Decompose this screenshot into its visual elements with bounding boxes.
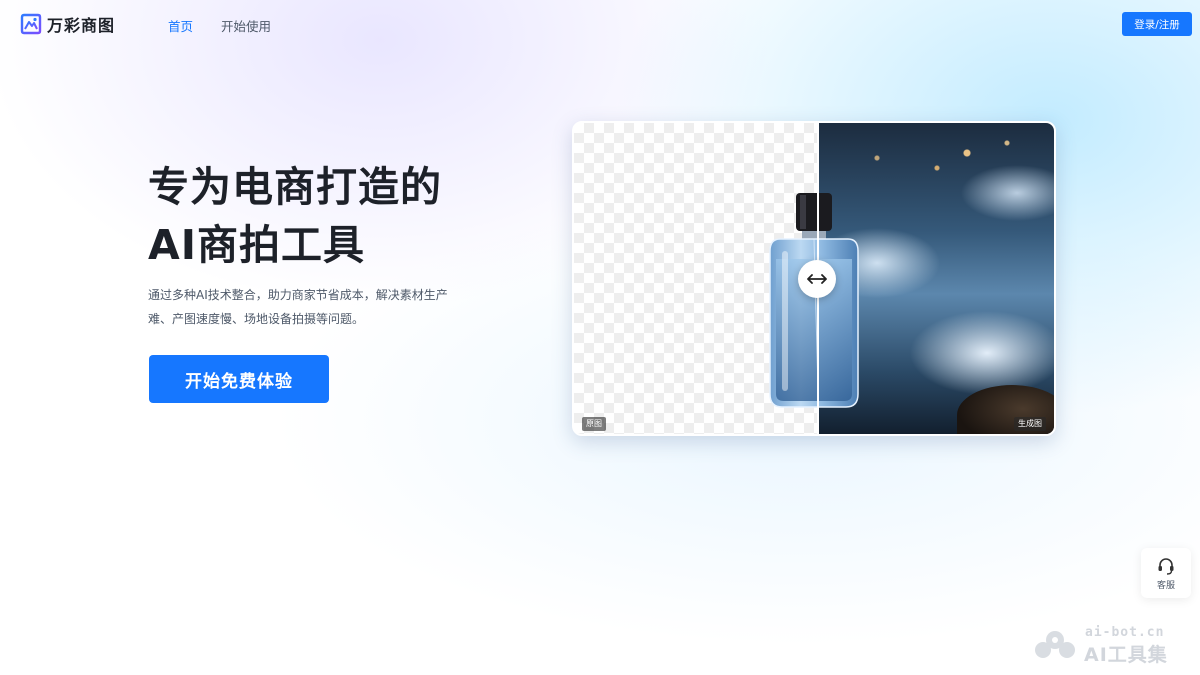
watermark-domain: ai-bot.cn: [1085, 625, 1165, 640]
support-label: 客服: [1156, 580, 1175, 591]
nav-item-home[interactable]: 首页: [168, 16, 193, 35]
watermark-name: AI工具集: [1084, 644, 1168, 666]
logo-text: 万彩商图: [47, 16, 116, 35]
original-tag: 原图: [582, 417, 606, 431]
compare-slider-handle[interactable]: [798, 260, 836, 298]
generated-tag: 生成图: [1014, 417, 1046, 431]
login-register-button[interactable]: 登录/注册: [1122, 12, 1192, 36]
headset-icon: [1158, 557, 1174, 575]
hero-title-line-1: 专为电商打造的: [148, 163, 442, 211]
start-free-trial-button[interactable]: 开始免费体验: [149, 355, 329, 403]
top-header: 万彩商图 首页 开始使用 登录/注册: [0, 0, 1200, 48]
perfume-bottle-image: [769, 193, 859, 408]
brand-logo[interactable]: 万彩商图: [20, 12, 115, 36]
customer-service-button[interactable]: 客服: [1141, 548, 1191, 598]
main-nav: 首页 开始使用: [168, 16, 271, 35]
watermark-logo-icon: [1035, 631, 1075, 658]
before-after-compare[interactable]: 原图 生成图: [572, 121, 1056, 436]
watermark: ai-bot.cn AI工具集: [1030, 622, 1190, 666]
logo-icon: [20, 13, 42, 35]
hero-description: 通过多种AI技术整合，助力商家节省成本，解决素材生产难、产图速度慢、场地设备拍摄…: [148, 288, 448, 326]
nav-item-get-started[interactable]: 开始使用: [221, 16, 271, 35]
left-right-arrow-icon: [807, 274, 827, 284]
hero-title: 专为电商打造的 AI商拍工具: [148, 158, 442, 274]
hero-title-line-2: AI商拍工具: [148, 221, 365, 269]
